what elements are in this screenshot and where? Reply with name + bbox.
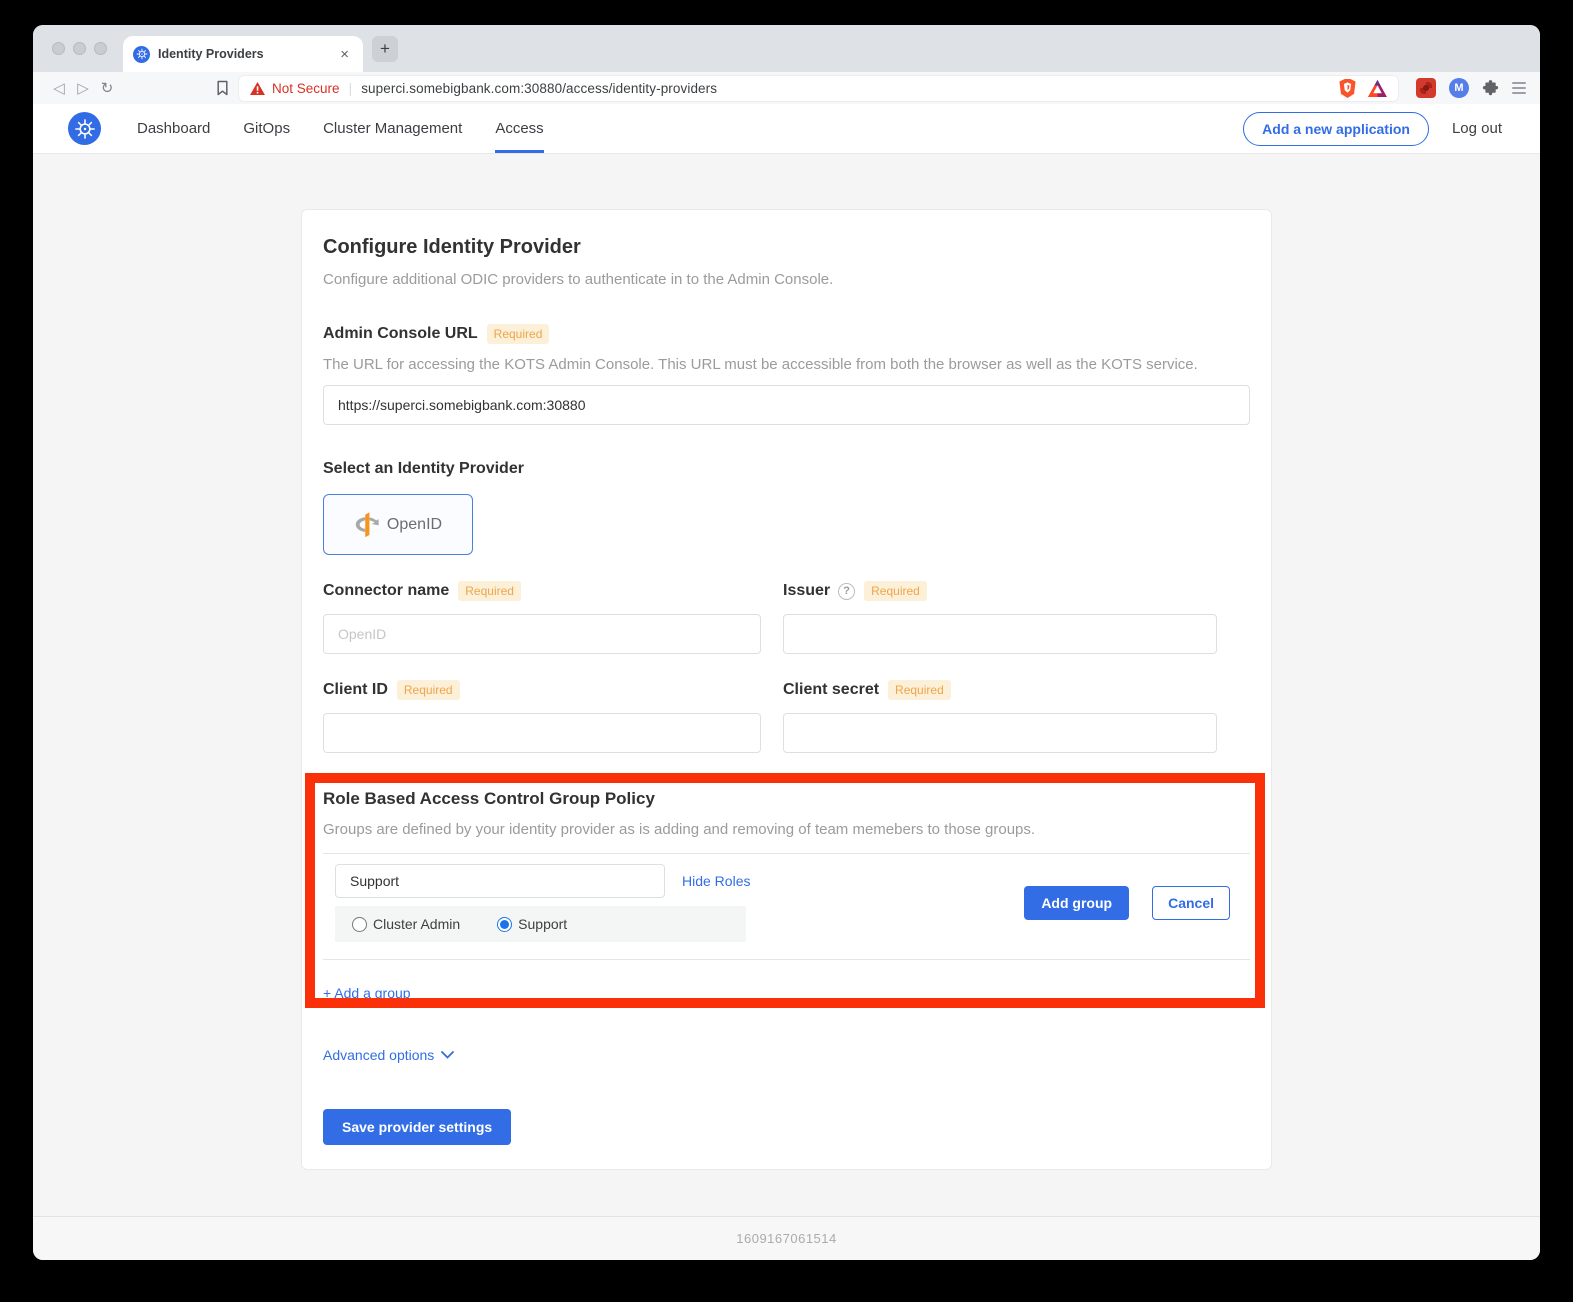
required-badge: Required: [864, 581, 927, 601]
rbac-section-subtitle: Groups are defined by your identity prov…: [323, 821, 1250, 838]
menu-icon[interactable]: [1512, 82, 1526, 94]
role-option-support[interactable]: Support: [497, 916, 567, 932]
close-window-button[interactable]: [52, 42, 65, 55]
advanced-options-label: Advanced options: [323, 1047, 434, 1063]
browser-toolbar: ◁ ▷ ↻ Not Secure | superci.somebigbank.c…: [33, 72, 1540, 104]
hide-roles-link[interactable]: Hide Roles: [682, 873, 750, 889]
rbac-divider-bottom: [323, 959, 1250, 960]
zoom-window-button[interactable]: [94, 42, 107, 55]
roles-panel: Cluster Admin Support: [335, 906, 746, 942]
chevron-down-icon: [441, 1051, 454, 1059]
add-a-group-link[interactable]: + Add a group: [323, 985, 411, 1001]
cluster-admin-radio[interactable]: [352, 917, 367, 932]
role-label: Support: [518, 916, 567, 932]
openid-provider-card[interactable]: OpenID: [323, 494, 473, 555]
app-navbar: Dashboard GitOps Cluster Management Acce…: [33, 104, 1540, 154]
kubernetes-favicon-icon: [133, 46, 150, 63]
back-icon[interactable]: ◁: [47, 79, 71, 97]
client-id-label: Client ID: [323, 681, 388, 699]
close-tab-icon[interactable]: ×: [336, 45, 353, 64]
admin-console-url-label: Admin Console URL: [323, 325, 478, 343]
connector-name-label: Connector name: [323, 582, 449, 600]
puzzle-extensions-icon[interactable]: [1482, 80, 1499, 97]
identity-provider-card: Configure Identity Provider Configure ad…: [301, 209, 1272, 1170]
add-group-button[interactable]: Add group: [1024, 886, 1129, 920]
forward-icon[interactable]: ▷: [71, 79, 95, 97]
add-new-application-button[interactable]: Add a new application: [1243, 112, 1429, 146]
bat-rewards-icon[interactable]: [1368, 80, 1387, 97]
url-separator: |: [349, 80, 353, 96]
warning-triangle-icon: [250, 82, 265, 95]
help-question-icon[interactable]: ?: [838, 583, 855, 600]
not-secure-label[interactable]: Not Secure: [272, 81, 340, 96]
group-actions: Add group Cancel: [1024, 886, 1250, 920]
connector-name-input[interactable]: [323, 614, 761, 654]
select-provider-label: Select an Identity Provider: [323, 460, 1250, 478]
page-content: Configure Identity Provider Configure ad…: [33, 154, 1540, 1216]
required-badge: Required: [458, 581, 521, 601]
browser-window: Identity Providers × + ◁ ▷ ↻ Not Secure …: [33, 25, 1540, 1260]
url-text[interactable]: superci.somebigbank.com:30880/access/ide…: [361, 81, 717, 96]
client-id-field: Client ID Required: [323, 680, 761, 753]
nav-item-cluster-management[interactable]: Cluster Management: [323, 104, 462, 153]
brave-shield-icon[interactable]: [1339, 79, 1356, 98]
admin-console-url-input[interactable]: [323, 385, 1250, 425]
address-bar[interactable]: Not Secure | superci.somebigbank.com:308…: [238, 75, 1399, 102]
client-id-input[interactable]: [323, 713, 761, 753]
client-credentials-row: Client ID Required Client secret Require…: [323, 680, 1250, 753]
footer-timestamp: 1609167061514: [736, 1231, 837, 1246]
issuer-label: Issuer: [783, 582, 830, 600]
browser-tab[interactable]: Identity Providers ×: [123, 36, 363, 72]
toolbar-right-icons: M: [1416, 78, 1526, 98]
group-editor: Hide Roles Cluster Admin Support: [323, 864, 750, 942]
required-badge: Required: [888, 680, 951, 700]
required-badge: Required: [397, 680, 460, 700]
page-title: Configure Identity Provider: [323, 236, 1250, 259]
minimize-window-button[interactable]: [73, 42, 86, 55]
nav-right: Add a new application Log out: [1243, 112, 1502, 146]
role-option-cluster-admin[interactable]: Cluster Admin: [352, 916, 460, 932]
connector-issuer-row: Connector name Required Issuer ? Require…: [323, 581, 1250, 654]
nav-item-dashboard[interactable]: Dashboard: [137, 104, 210, 153]
window-controls: [52, 42, 107, 55]
support-radio[interactable]: [497, 917, 512, 932]
role-label: Cluster Admin: [373, 916, 460, 932]
client-secret-field: Client secret Required: [783, 680, 1217, 753]
openid-provider-label: OpenID: [387, 516, 442, 534]
page-footer: 1609167061514: [33, 1216, 1540, 1260]
tab-strip: Identity Providers × +: [33, 25, 1540, 72]
advanced-options-toggle[interactable]: Advanced options: [323, 1047, 1250, 1063]
client-secret-input[interactable]: [783, 713, 1217, 753]
reload-icon[interactable]: ↻: [95, 79, 119, 97]
page-subtitle: Configure additional ODIC providers to a…: [323, 271, 1250, 288]
nav-links: Dashboard GitOps Cluster Management Acce…: [137, 104, 544, 153]
kubernetes-logo-icon[interactable]: [68, 112, 101, 145]
issuer-input[interactable]: [783, 614, 1217, 654]
rbac-divider-top: [323, 853, 1250, 854]
connector-name-field: Connector name Required: [323, 581, 761, 654]
group-editor-block: Hide Roles Cluster Admin Support: [323, 864, 1250, 942]
logout-link[interactable]: Log out: [1452, 120, 1502, 137]
bookmark-icon[interactable]: [215, 80, 230, 96]
client-secret-label: Client secret: [783, 681, 879, 699]
new-tab-button[interactable]: +: [372, 36, 398, 62]
issuer-field: Issuer ? Required: [783, 581, 1217, 654]
admin-console-url-label-row: Admin Console URL Required: [323, 324, 1250, 344]
required-badge: Required: [487, 324, 550, 344]
extension-icon[interactable]: [1416, 78, 1436, 98]
admin-console-url-help: The URL for accessing the KOTS Admin Con…: [323, 356, 1250, 373]
rbac-section-title: Role Based Access Control Group Policy: [323, 789, 1250, 809]
openid-logo-icon: [354, 510, 380, 540]
group-name-input[interactable]: [335, 864, 665, 898]
profile-avatar[interactable]: M: [1449, 78, 1469, 98]
nav-item-access[interactable]: Access: [495, 104, 543, 153]
cancel-button[interactable]: Cancel: [1152, 886, 1230, 920]
nav-item-gitops[interactable]: GitOps: [243, 104, 290, 153]
save-provider-settings-button[interactable]: Save provider settings: [323, 1109, 511, 1145]
omnibox-icons: [1339, 79, 1387, 98]
tab-title: Identity Providers: [158, 47, 336, 61]
